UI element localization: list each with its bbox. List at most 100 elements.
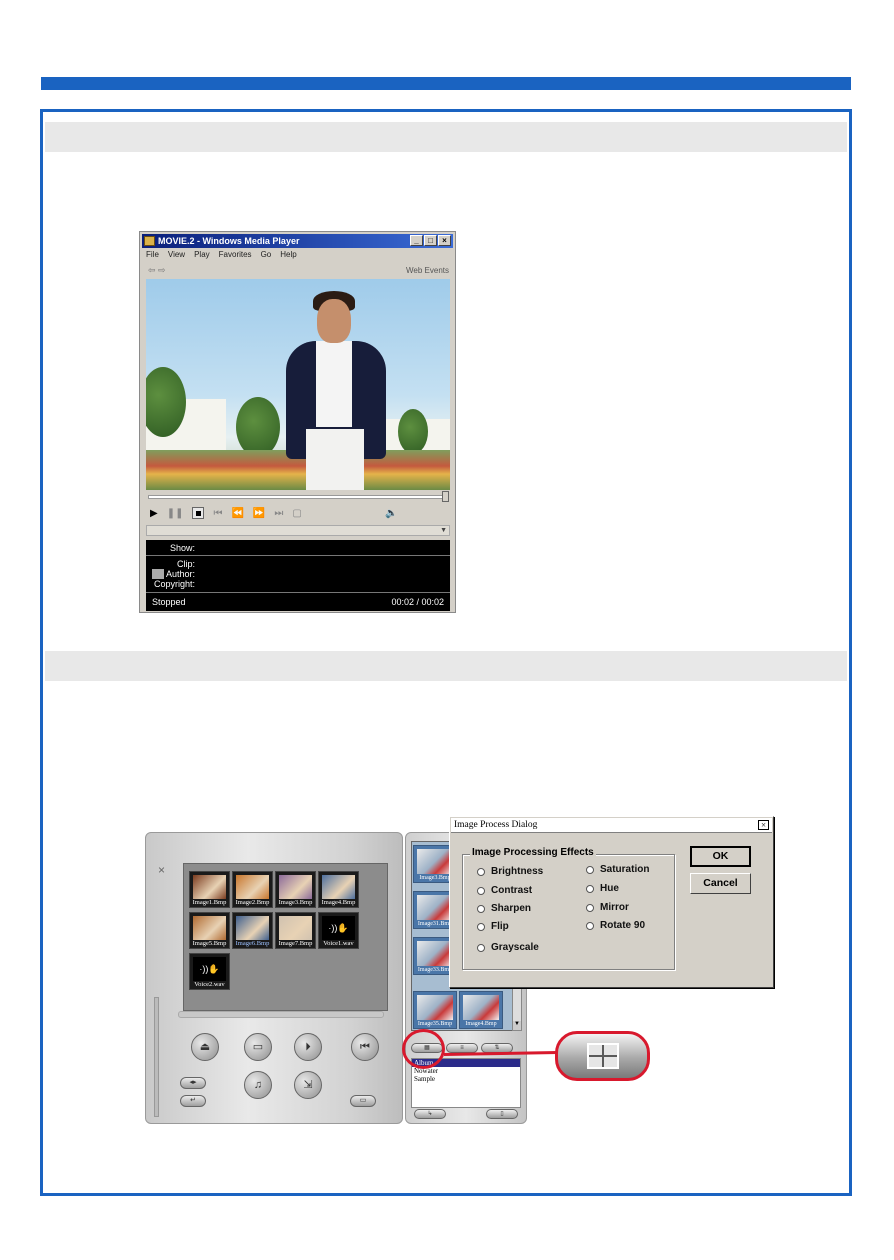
person-head (317, 299, 351, 343)
thumbnail[interactable]: Image2.Bmp (232, 871, 273, 908)
add-album-button[interactable]: ↳ (414, 1109, 446, 1119)
radio-hue[interactable]: Hue (586, 883, 619, 894)
thumbnail-label: Image3.Bmp (278, 899, 313, 906)
menu-file[interactable]: File (146, 250, 159, 259)
pause-icon[interactable]: ❚❚ (167, 508, 184, 519)
thumbnail-image (417, 849, 453, 874)
app-icon (144, 236, 155, 246)
menu-bar: File View Play Favorites Go Help (146, 250, 297, 259)
dialog-titlebar[interactable]: Image Process Dialog × (451, 818, 772, 833)
thumbnail[interactable]: Image1.Bmp (189, 871, 230, 908)
radio-contrast[interactable]: Contrast (477, 885, 532, 896)
rewind-icon[interactable]: ⏪ (231, 508, 243, 519)
radio-label: Flip (491, 921, 509, 932)
screen-button[interactable]: ▭ (244, 1033, 272, 1061)
play-button[interactable]: ⏵ (294, 1033, 322, 1061)
volume-slider[interactable]: 🔈 (385, 508, 445, 519)
stop-button[interactable] (192, 507, 205, 519)
small-right-button[interactable]: ▭ (350, 1095, 376, 1107)
header-bar (41, 77, 851, 90)
thumbnail[interactable]: Image4.Bmp (318, 871, 359, 908)
eject-button[interactable]: ⏏ (191, 1033, 219, 1061)
playlist-dropdown[interactable]: ▼ (146, 525, 450, 536)
stop-icon (195, 510, 201, 516)
thumbnail-label: Image6.Bmp (235, 940, 270, 947)
thumbnail-image (417, 895, 453, 920)
thumbnail[interactable]: Image5.Bmp (189, 912, 230, 949)
thumbnail-label: Image4.Bmp (465, 1021, 497, 1027)
vertical-slider[interactable] (154, 997, 159, 1117)
small-left-button[interactable]: ◂▸ (180, 1077, 206, 1089)
radio-flip[interactable]: Flip (477, 921, 509, 932)
web-events-label: Web Events (406, 266, 449, 275)
skip-back-icon[interactable]: ⏮ (213, 508, 222, 519)
radio-label: Grayscale (491, 942, 539, 953)
radio-label: Mirror (600, 902, 629, 913)
thumbnail-image (193, 875, 226, 899)
radio-rotate-90[interactable]: Rotate 90 (586, 920, 645, 931)
video-frame[interactable] (146, 279, 450, 490)
thumbnail-image (417, 995, 453, 1020)
back-forward-icon[interactable]: ⇦ ⇨ (148, 265, 166, 276)
menu-play[interactable]: Play (194, 250, 210, 259)
divider (146, 592, 450, 593)
radio-icon (586, 865, 594, 874)
window-titlebar[interactable]: MOVIE.2 - Windows Media Player _ □ × (142, 234, 453, 248)
preview-icon[interactable]: ▢ (292, 508, 301, 519)
audio-file-icon: ·))✋ (322, 916, 355, 940)
thumbnail[interactable]: ·))✋ Voice2.wav (189, 953, 230, 990)
author-label: Author: (165, 569, 195, 579)
progress-track[interactable] (178, 1011, 384, 1018)
thumbnail[interactable]: ·))✋ Voice1.wav (318, 912, 359, 949)
menu-view[interactable]: View (168, 250, 185, 259)
thumbnail-image (279, 916, 312, 940)
cancel-button[interactable]: Cancel (690, 873, 751, 894)
close-button[interactable]: × (438, 235, 451, 246)
radio-saturation[interactable]: Saturation (586, 864, 649, 875)
person-shirt (316, 341, 352, 427)
thumbnail[interactable]: Image6.Bmp (232, 912, 273, 949)
play-icon[interactable]: ▶ (150, 508, 158, 519)
audio-button[interactable]: ♫ (244, 1071, 272, 1099)
thumbnail-image (279, 875, 312, 899)
export-button[interactable]: ⇲ (294, 1071, 322, 1099)
speaker-icon[interactable]: 🔈 (385, 508, 397, 519)
radio-brightness[interactable]: Brightness (477, 866, 543, 877)
radio-mirror[interactable]: Mirror (586, 902, 629, 913)
seek-thumb[interactable] (442, 491, 449, 502)
minimize-button[interactable]: _ (410, 235, 423, 246)
close-icon[interactable]: × (158, 863, 165, 877)
previous-button[interactable]: ⏮ (351, 1033, 379, 1061)
list-thumbnail[interactable]: Image35.Bmp (413, 991, 457, 1029)
transport-controls: ▶ ❚❚ ⏮ ⏪ ⏩ ⏭ ▢ (150, 507, 302, 519)
section-band-2 (45, 651, 847, 681)
radio-icon (477, 943, 485, 952)
scroll-down-icon[interactable]: ▼ (513, 1021, 521, 1030)
album-item[interactable]: Sample (412, 1075, 520, 1083)
skip-forward-icon[interactable]: ⏭ (274, 508, 283, 519)
divider (146, 555, 450, 556)
thumbnail[interactable]: Image7.Bmp (275, 912, 316, 949)
web-events-button[interactable]: Web Events (406, 266, 449, 275)
seek-bar[interactable] (148, 491, 449, 502)
radio-grayscale[interactable]: Grayscale (477, 942, 539, 953)
menu-go[interactable]: Go (261, 250, 272, 259)
show-label: Show: (169, 543, 195, 553)
zoomed-grid-view-button (555, 1031, 650, 1081)
menu-favorites[interactable]: Favorites (219, 250, 252, 259)
image-process-dialog: Image Process Dialog × Image Processing … (449, 816, 774, 988)
radio-sharpen[interactable]: Sharpen (477, 903, 531, 914)
fast-forward-icon[interactable]: ⏩ (253, 508, 265, 519)
ok-button[interactable]: OK (690, 846, 751, 867)
thumbnail-image (193, 916, 226, 940)
thumbnail[interactable]: Image3.Bmp (275, 871, 316, 908)
thumbnail-label: Voice1.wav (323, 940, 354, 947)
maximize-button[interactable]: □ (424, 235, 437, 246)
arrows-icon: ◂▸ (189, 1079, 197, 1086)
small-down-button[interactable]: ↵ (180, 1095, 206, 1107)
delete-album-button[interactable]: ▯ (486, 1109, 518, 1119)
list-thumbnail[interactable]: Image4.Bmp (459, 991, 503, 1029)
menu-help[interactable]: Help (280, 250, 296, 259)
close-icon[interactable]: × (758, 820, 769, 830)
dialog-title: Image Process Dialog (454, 820, 538, 830)
